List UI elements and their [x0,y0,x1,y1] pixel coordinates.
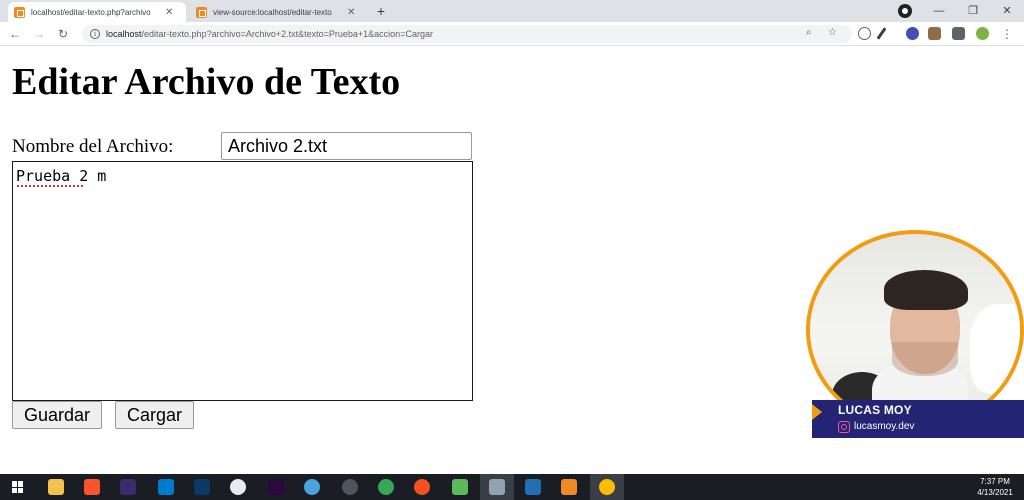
windows-taskbar: 7:37 PM 4/13/2021 [0,474,1024,500]
tab-view-source[interactable]: view-source:localhost/editar-texto ✕ [190,2,368,22]
eyedropper-icon[interactable] [876,27,887,40]
tab-close-icon[interactable]: ✕ [347,7,355,18]
streamer-handle: lucasmoy.dev [854,421,915,432]
orange-app-icon[interactable] [414,479,430,495]
load-button[interactable]: Cargar [115,401,195,429]
chrome-icon[interactable] [599,479,615,495]
hair [884,270,968,310]
name-banner: LUCAS MOY lucasmoy.dev [812,400,1024,438]
clock-date: 4/13/2021 [977,488,1013,497]
save-button[interactable]: Guardar [12,401,103,429]
page-title: Editar Archivo de Texto [12,61,401,103]
bookmark-star-icon[interactable]: ☆ [828,27,837,38]
restore-icon[interactable]: ❐ [958,0,988,22]
extension-blue-icon[interactable] [906,27,919,40]
brave-icon[interactable] [84,479,100,495]
webcam-overlay: LUCAS MOY lucasmoy.dev [806,230,1024,440]
cmd-icon[interactable] [525,479,541,495]
tab-close-icon[interactable]: ✕ [165,7,173,18]
record-icon[interactable] [898,4,912,18]
url-text: localhost/editar-texto.php?archivo=Archi… [106,29,433,39]
tab-title: view-source:localhost/editar-texto [213,7,332,17]
photoshop-icon[interactable] [194,479,210,495]
tab-title: localhost/editar-texto.php?archivo [31,7,151,17]
url-host: localhost [106,29,142,39]
extension-brown-icon[interactable] [928,27,941,40]
obs-icon[interactable] [342,479,358,495]
premiere-icon[interactable] [268,479,284,495]
url-path: /editar-texto.php?archivo=Archivo+2.txt&… [141,29,433,39]
xampp-icon[interactable] [561,479,577,495]
streamer-name: LUCAS MOY [838,403,912,417]
xampp-favicon-icon [14,6,25,18]
green-app-icon[interactable] [452,479,468,495]
site-info-icon[interactable]: i [90,29,100,39]
file-content-textarea[interactable]: Prueba 2 m [12,161,473,401]
banner-accent [812,404,822,420]
extensions-puzzle-icon[interactable] [952,27,965,40]
spellcheck-underline [17,184,83,187]
menu-dots-icon[interactable]: ⋮ [998,25,1016,43]
globe-icon[interactable] [304,479,320,495]
browser-toolbar: ← → ↻ i localhost/editar-texto.php?archi… [0,22,1024,46]
phpstorm-icon[interactable] [120,479,136,495]
address-bar[interactable]: i localhost/editar-texto.php?archivo=Arc… [82,25,852,43]
reload-icon[interactable]: ↻ [54,25,72,43]
chrome-canary-icon[interactable] [378,479,394,495]
profile-avatar[interactable] [976,27,989,40]
system-clock[interactable]: 7:37 PM 4/13/2021 [970,476,1020,498]
new-tab-button[interactable]: + [372,3,390,21]
file-explorer-icon[interactable] [48,479,64,495]
instagram-icon [838,421,850,433]
browser-tab-strip: localhost/editar-texto.php?archivo ✕ vie… [0,0,1024,22]
notepad-icon[interactable] [489,479,505,495]
minimize-icon[interactable]: — [924,0,954,22]
zoom-icon[interactable]: ⌕ [806,27,812,38]
filename-label: Nombre del Archivo: [12,136,174,157]
extension-globe-icon[interactable] [858,27,871,40]
xampp-favicon-icon [196,6,207,18]
couch-cushion [970,304,1020,394]
windows-start-icon[interactable] [12,481,24,493]
forward-arrow-icon[interactable]: → [30,25,48,43]
close-window-icon[interactable]: ✕ [992,0,1022,22]
beard-shadow [892,342,958,376]
vscode-icon[interactable] [158,479,174,495]
filename-input[interactable] [221,132,472,160]
app-circle-icon[interactable] [230,479,246,495]
clock-time: 7:37 PM [980,477,1010,486]
back-arrow-icon[interactable]: ← [6,25,24,43]
tab-editar-texto[interactable]: localhost/editar-texto.php?archivo ✕ [8,2,186,22]
